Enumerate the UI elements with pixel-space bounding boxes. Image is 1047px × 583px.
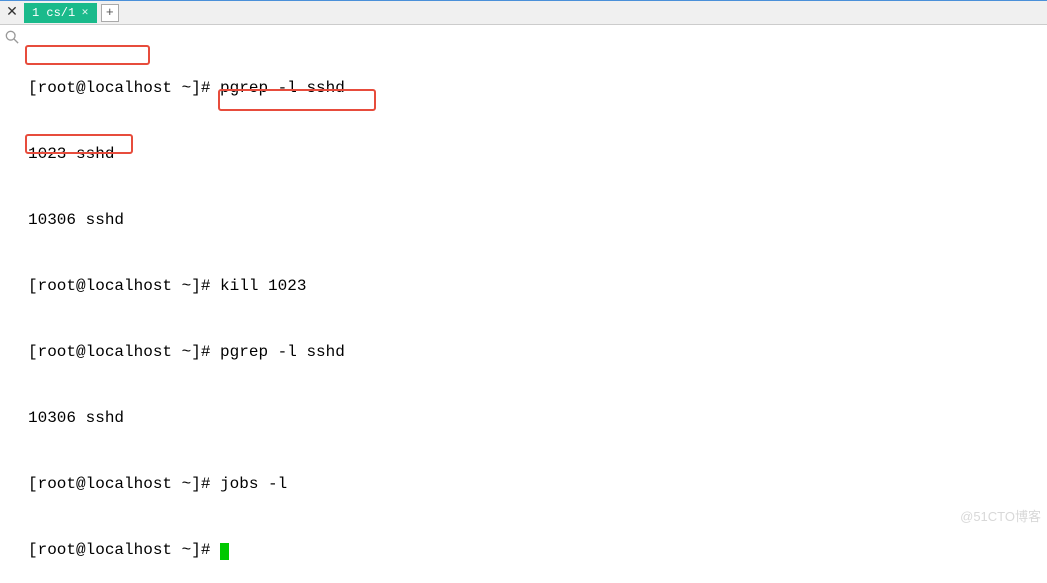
terminal-line: [root@localhost ~]# (28, 539, 1047, 561)
terminal-line: 10306 sshd (28, 407, 1047, 429)
terminal-tab[interactable]: 1 cs/1 ✕ (24, 3, 97, 23)
terminal-line: [root@localhost ~]# pgrep -l sshd (28, 77, 1047, 99)
tab-label: 1 cs/1 (32, 6, 75, 20)
add-tab-button[interactable]: + (101, 4, 119, 22)
terminal-line: 10306 sshd (28, 209, 1047, 231)
terminal-cursor (220, 543, 229, 560)
watermark: @51CTO博客 (960, 506, 1041, 525)
terminal-line: [root@localhost ~]# pgrep -l sshd (28, 341, 1047, 363)
tab-close-icon[interactable]: ✕ (81, 8, 89, 18)
window-header: ✕ 1 cs/1 ✕ + (0, 0, 1047, 25)
terminal-output[interactable]: [root@localhost ~]# pgrep -l sshd 1023 s… (0, 25, 1047, 583)
search-icon[interactable] (5, 30, 19, 44)
terminal-line: [root@localhost ~]# kill 1023 (28, 275, 1047, 297)
terminal-line: 1023 sshd (28, 143, 1047, 165)
terminal-line: [root@localhost ~]# jobs -l (28, 473, 1047, 495)
close-window-button[interactable]: ✕ (2, 3, 22, 23)
